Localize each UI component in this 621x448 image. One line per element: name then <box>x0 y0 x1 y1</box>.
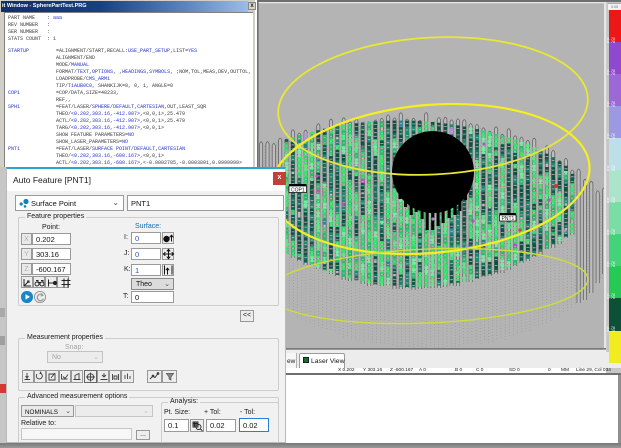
svg-text:COP1: COP1 <box>291 188 305 194</box>
svg-text:PNT1: PNT1 <box>502 216 515 222</box>
